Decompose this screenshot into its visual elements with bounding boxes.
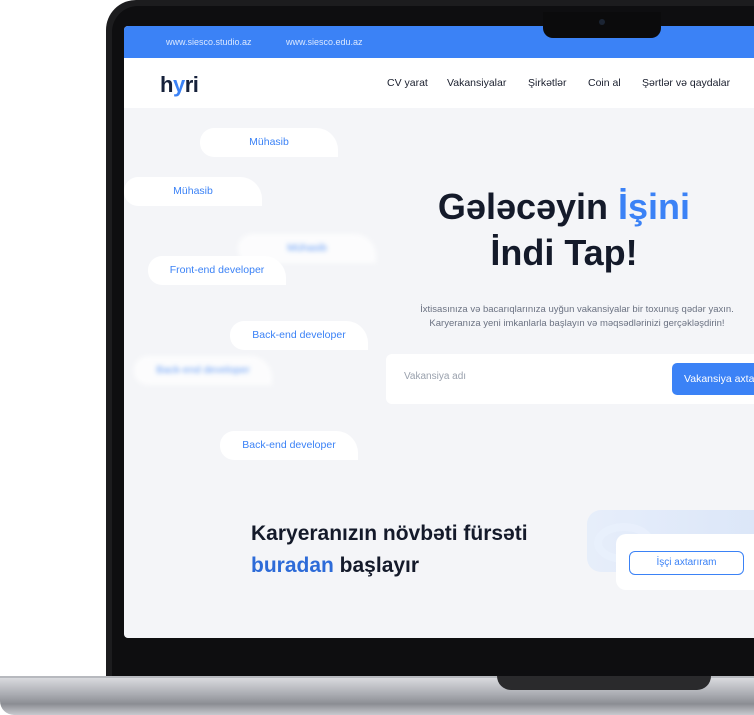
hero-subtitle: İxtisasınıza və bacarıqlarınıza uyğun va…	[382, 303, 754, 331]
job-pill[interactable]: Mühasib	[200, 128, 338, 157]
employer-search-button[interactable]: İşçi axtarıram	[629, 551, 744, 575]
camera-notch	[543, 12, 661, 38]
nav-sertler-qaydalar[interactable]: Şərtlər və qaydalar	[642, 77, 730, 89]
laptop-mockup: www.siesco.studio.az www.siesco.edu.az h…	[0, 0, 754, 715]
main-navbar: hyri CV yarat Vakansiyalar Şirkətlər Coi…	[124, 58, 754, 108]
job-pill[interactable]: Back-end developer	[230, 321, 368, 350]
vacancy-search-button[interactable]: Vakansiya axtar	[672, 363, 754, 395]
employer-card: İşçi axtarıram	[616, 534, 754, 590]
top-link-edu[interactable]: www.siesco.edu.az	[286, 37, 363, 47]
logo-part-y: y	[172, 72, 185, 97]
hero-subtitle-line1: İxtisasınıza və bacarıqlarınıza uyğun va…	[420, 304, 734, 315]
career-heading: Karyeranızın növbəti fürsəti buradan baş…	[251, 518, 581, 582]
hero-title-part1: Gələcəyin	[437, 186, 619, 227]
hero-title-accent: İşini	[618, 186, 691, 227]
logo-part-ri: ri	[184, 72, 199, 97]
nav-coin-al[interactable]: Coin al	[588, 77, 621, 89]
job-pill-blurred: Back-end developer	[134, 356, 272, 385]
laptop-bezel-bottom	[112, 638, 754, 678]
job-pill[interactable]: Front-end developer	[148, 256, 286, 285]
hero-subtitle-line2: Karyeranıza yeni imkanlarla başlayın və …	[429, 318, 725, 329]
nav-vakansiyalar[interactable]: Vakansiyalar	[447, 77, 506, 89]
hero-title: Gələcəyin İşini İndi Tap!	[424, 184, 704, 276]
vacancy-search-box: Vakansiya axtar	[386, 354, 754, 404]
hero-title-line2: İndi Tap!	[490, 232, 638, 273]
career-heading-line1: Karyeranızın növbəti fürsəti	[251, 522, 528, 545]
nav-sirketler[interactable]: Şirkətlər	[528, 77, 567, 89]
nav-cv-yarat[interactable]: CV yarat	[387, 77, 428, 89]
job-pill[interactable]: Mühasib	[124, 177, 262, 206]
vacancy-search-input[interactable]	[404, 371, 604, 382]
logo-part-h: h	[160, 72, 173, 97]
career-heading-rest: başlayır	[333, 554, 420, 577]
laptop-base-notch	[497, 676, 711, 690]
job-pill[interactable]: Back-end developer	[220, 431, 358, 460]
top-link-studio[interactable]: www.siesco.studio.az	[166, 37, 252, 47]
site-logo[interactable]: hyri	[160, 72, 199, 98]
camera-icon	[599, 19, 605, 25]
laptop-screen: www.siesco.studio.az www.siesco.edu.az h…	[124, 26, 754, 638]
career-heading-accent: buradan	[251, 554, 334, 577]
